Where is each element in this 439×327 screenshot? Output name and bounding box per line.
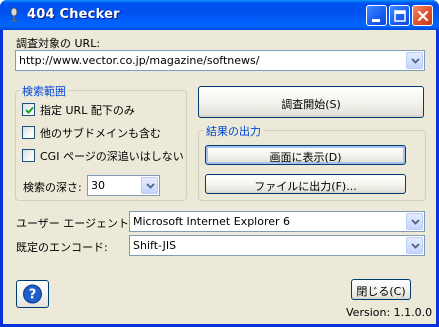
minimize-button[interactable] xyxy=(366,5,387,26)
help-icon: ? xyxy=(23,284,42,304)
close-icon xyxy=(417,10,429,22)
encoding-dropdown-button[interactable] xyxy=(406,237,423,254)
option-checkbox-subdomain[interactable] xyxy=(22,126,35,139)
search-range-title: 検索範囲 xyxy=(20,83,68,99)
url-combobox[interactable]: http://www.vector.co.jp/magazine/softnew… xyxy=(15,50,425,71)
user-agent-value: Microsoft Internet Explorer 6 xyxy=(133,215,291,228)
app-window: 404 Checker 調査対象の URL: http://www.vector… xyxy=(0,0,439,327)
start-scan-button[interactable]: 調査開始(S) xyxy=(198,86,424,118)
close-window-button[interactable] xyxy=(412,5,433,26)
minimize-icon xyxy=(372,19,380,22)
encoding-combobox[interactable]: Shift-JIS xyxy=(129,235,425,256)
depth-value: 30 xyxy=(91,179,105,192)
chevron-down-icon xyxy=(146,183,155,189)
version-text: Version: 1.1.0.0 xyxy=(346,306,433,319)
output-to-file-label: ファイルに出力(F)... xyxy=(254,180,357,193)
title-bar[interactable]: 404 Checker xyxy=(0,0,439,30)
option-checkbox-subtree[interactable] xyxy=(22,103,35,116)
depth-dropdown-button[interactable] xyxy=(141,177,158,194)
url-dropdown-button[interactable] xyxy=(406,52,423,69)
output-to-file-button[interactable]: ファイルに出力(F)... xyxy=(205,174,406,194)
encoding-value: Shift-JIS xyxy=(133,239,177,252)
option-label-subtree[interactable]: 指定 URL 配下のみ xyxy=(40,102,135,118)
close-button-label: 閉じる(C) xyxy=(356,285,406,298)
chevron-down-icon xyxy=(411,219,420,225)
depth-label: 検索の深さ: xyxy=(23,181,82,194)
depth-combobox[interactable]: 30 xyxy=(87,175,160,196)
url-label: 調査対象の URL: xyxy=(16,37,101,50)
user-agent-combobox[interactable]: Microsoft Internet Explorer 6 xyxy=(129,211,425,232)
user-agent-label: ユーザー エージェント: xyxy=(16,217,133,230)
help-button[interactable]: ? xyxy=(16,280,49,308)
dialog-client: 調査対象の URL: http://www.vector.co.jp/magaz… xyxy=(3,30,436,324)
user-agent-dropdown-button[interactable] xyxy=(406,213,423,230)
start-scan-label: 調査開始(S) xyxy=(281,98,341,111)
option-label-cgi[interactable]: CGI ページの深追いはしない xyxy=(40,148,184,164)
window-title: 404 Checker xyxy=(27,7,120,22)
close-button[interactable]: 閉じる(C) xyxy=(351,279,411,300)
checkmark-icon xyxy=(25,106,34,114)
chevron-down-icon xyxy=(411,243,420,249)
microphone-icon xyxy=(6,7,22,23)
chevron-down-icon xyxy=(411,58,420,64)
svg-text:?: ? xyxy=(29,288,37,303)
show-on-screen-button[interactable]: 画面に表示(D) xyxy=(205,145,406,165)
option-checkbox-cgi[interactable] xyxy=(22,149,35,162)
maximize-button[interactable] xyxy=(389,5,410,26)
output-title: 結果の出力 xyxy=(204,123,263,139)
encoding-label: 既定のエンコード: xyxy=(16,241,108,254)
option-label-subdomain[interactable]: 他のサブドメインも含む xyxy=(40,125,161,141)
show-on-screen-label: 画面に表示(D) xyxy=(269,151,342,164)
url-value: http://www.vector.co.jp/magazine/softnew… xyxy=(19,54,260,67)
maximize-icon xyxy=(394,10,406,22)
